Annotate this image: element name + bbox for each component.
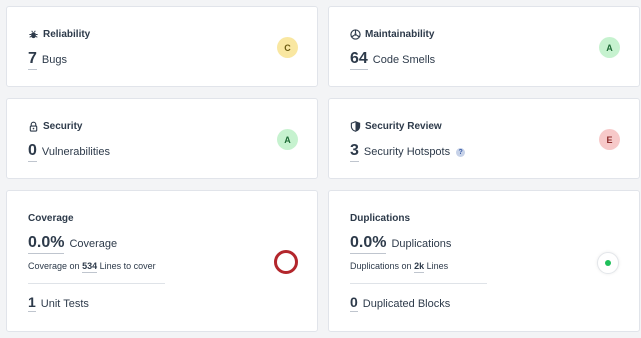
unit-tests-count-link[interactable]: 1 xyxy=(28,294,36,312)
maintainability-icon xyxy=(350,29,361,40)
unit-tests-label: Unit Tests xyxy=(40,298,89,310)
vulnerabilities-label: Vulnerabilities xyxy=(41,146,110,158)
duplications-lines-info: Duplications on 2k Lines xyxy=(350,261,449,273)
duplications-card: Duplications 0.0% Duplications Duplicati… xyxy=(328,190,640,332)
lock-icon xyxy=(28,121,39,132)
duplications-status-indicator-icon[interactable] xyxy=(597,252,619,274)
duplications-lines-prefix: Duplications on xyxy=(350,261,412,271)
security-review-card: Security Review 3 Security Hotspots ? E xyxy=(328,98,640,179)
code-smells-metric: 64 Code Smells xyxy=(350,50,435,70)
security-hotspots-count-link[interactable]: 3 xyxy=(350,142,359,162)
reliability-card: Reliability 7 Bugs C xyxy=(6,6,318,87)
duplicated-blocks-label: Duplicated Blocks xyxy=(362,298,451,310)
coverage-card: Coverage 0.0% Coverage Coverage on 534 L… xyxy=(6,190,318,332)
security-review-title: Security Review xyxy=(350,121,442,132)
code-smells-label: Code Smells xyxy=(372,54,436,66)
duplications-lines-link[interactable]: 2k xyxy=(414,261,425,273)
coverage-lines-prefix: Coverage on xyxy=(28,261,80,271)
security-review-rating-badge[interactable]: E xyxy=(599,129,620,150)
duplicated-blocks-count-link[interactable]: 0 xyxy=(350,294,358,312)
duplications-metric: 0.0% Duplications xyxy=(350,234,451,254)
coverage-lines-info: Coverage on 534 Lines to cover xyxy=(28,261,156,273)
bugs-label: Bugs xyxy=(41,54,67,66)
maintainability-card: Maintainability 64 Code Smells A xyxy=(328,6,640,87)
bugs-count-link[interactable]: 7 xyxy=(28,50,37,70)
security-rating-badge[interactable]: A xyxy=(277,129,298,150)
coverage-metric: 0.0% Coverage xyxy=(28,234,117,254)
coverage-lines-link[interactable]: 534 xyxy=(82,261,98,273)
reliability-title: Reliability xyxy=(28,29,90,40)
security-hotspots-metric: 3 Security Hotspots ? xyxy=(350,142,466,162)
maintainability-rating-badge[interactable]: A xyxy=(599,37,620,58)
shield-icon xyxy=(350,121,361,132)
vulnerabilities-count-link[interactable]: 0 xyxy=(28,142,37,162)
security-hotspots-label: Security Hotspots xyxy=(363,146,451,158)
unit-tests-metric: 1 Unit Tests xyxy=(28,294,89,312)
coverage-title: Coverage xyxy=(28,213,74,224)
help-icon[interactable]: ? xyxy=(456,148,466,157)
security-title-label: Security xyxy=(43,121,83,132)
duplications-divider xyxy=(350,283,487,284)
duplications-title: Duplications xyxy=(350,213,411,224)
security-title: Security xyxy=(28,121,82,132)
bugs-metric: 7 Bugs xyxy=(28,50,67,70)
duplications-status-dot-icon xyxy=(605,260,611,266)
duplications-lines-suffix: Lines xyxy=(426,261,449,271)
coverage-divider xyxy=(28,283,165,284)
maintainability-title-label: Maintainability xyxy=(365,29,435,40)
coverage-percent-link[interactable]: 0.0% xyxy=(28,234,65,254)
coverage-lines-suffix: Lines to cover xyxy=(99,261,156,271)
coverage-status-ring-icon[interactable] xyxy=(274,250,298,274)
reliability-rating-badge[interactable]: C xyxy=(277,37,298,58)
vulnerabilities-metric: 0 Vulnerabilities xyxy=(28,142,110,162)
bug-icon xyxy=(28,29,39,40)
coverage-label: Coverage xyxy=(69,238,118,250)
code-smells-count-link[interactable]: 64 xyxy=(350,50,368,70)
duplications-percent-link[interactable]: 0.0% xyxy=(350,234,387,254)
maintainability-title: Maintainability xyxy=(350,29,434,40)
reliability-title-label: Reliability xyxy=(43,29,91,40)
security-review-title-label: Security Review xyxy=(365,121,442,132)
duplicated-blocks-metric: 0 Duplicated Blocks xyxy=(350,294,450,312)
duplications-label: Duplications xyxy=(391,238,452,250)
security-card: Security 0 Vulnerabilities A xyxy=(6,98,318,179)
